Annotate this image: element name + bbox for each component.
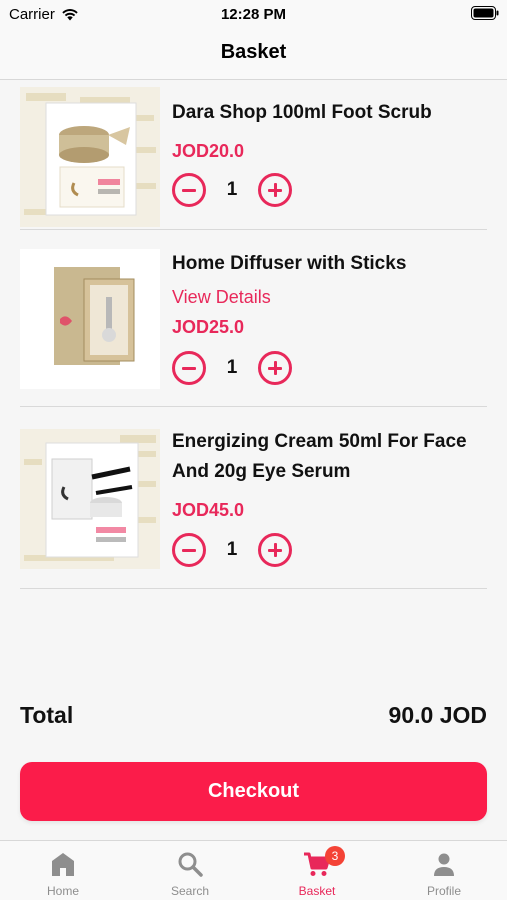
foot-scrub-jar-icon [20, 87, 160, 227]
person-icon [434, 853, 454, 876]
clock: 12:28 PM [220, 6, 287, 23]
product-image[interactable] [20, 429, 160, 569]
tab-basket[interactable]: Basket [254, 841, 380, 900]
increase-quantity-button[interactable] [258, 173, 292, 207]
product-image[interactable] [20, 249, 160, 389]
decrease-quantity-button[interactable] [172, 351, 206, 385]
battery-icon [471, 6, 499, 24]
checkout-button[interactable]: Checkout [20, 762, 487, 821]
cream-gift-box-icon [20, 429, 160, 569]
increase-quantity-button[interactable] [258, 533, 292, 567]
tab-bar: Home Search Basket 3 Profile [0, 840, 507, 900]
total-value: 90.0 JOD [388, 702, 487, 728]
tab-label: Profile [426, 884, 461, 898]
tab-profile[interactable]: Profile [381, 841, 507, 900]
total-row: Total 90.0 JOD [20, 702, 487, 736]
quantity-value: 1 [226, 539, 238, 560]
quantity-value: 1 [226, 357, 238, 378]
tab-home[interactable]: Home [0, 841, 126, 900]
decrease-quantity-button[interactable] [172, 533, 206, 567]
quantity-stepper: 1 [172, 351, 294, 387]
product-name[interactable]: Dara Shop 100ml Foot Scrub [172, 98, 482, 128]
total-label: Total [20, 702, 74, 728]
search-icon [178, 852, 203, 877]
tab-label: Basket [298, 884, 336, 898]
cart-item: Energizing Cream 50ml For Face And 20g E… [20, 407, 487, 589]
page-title: Basket [220, 41, 287, 63]
product-image[interactable] [20, 87, 160, 227]
cart-count-badge: 3 [325, 846, 345, 866]
view-details-link[interactable]: View Details [172, 287, 271, 308]
product-name[interactable]: Energizing Cream 50ml For Face And 20g E… [172, 427, 482, 487]
cart-item: Dara Shop 100ml Foot Scrub JOD20.0 1 [20, 80, 487, 230]
cart-item: Home Diffuser with Sticks View Details J… [20, 230, 487, 407]
status-bar: Carrier 12:28 PM [0, 0, 507, 30]
tab-label: Home [46, 884, 79, 898]
quantity-value: 1 [226, 179, 238, 200]
increase-quantity-button[interactable] [258, 351, 292, 385]
tab-search[interactable]: Search [127, 841, 253, 900]
product-price: JOD20.0 [172, 141, 245, 161]
navigation-bar: Basket [0, 30, 507, 80]
home-icon [52, 853, 74, 876]
product-price: JOD25.0 [172, 317, 245, 337]
product-price: JOD45.0 [172, 500, 245, 520]
quantity-stepper: 1 [172, 533, 294, 569]
product-name[interactable]: Home Diffuser with Sticks [172, 249, 482, 279]
decrease-quantity-button[interactable] [172, 173, 206, 207]
diffuser-box-icon [20, 249, 160, 389]
tab-label: Search [170, 884, 210, 898]
quantity-stepper: 1 [172, 173, 294, 209]
